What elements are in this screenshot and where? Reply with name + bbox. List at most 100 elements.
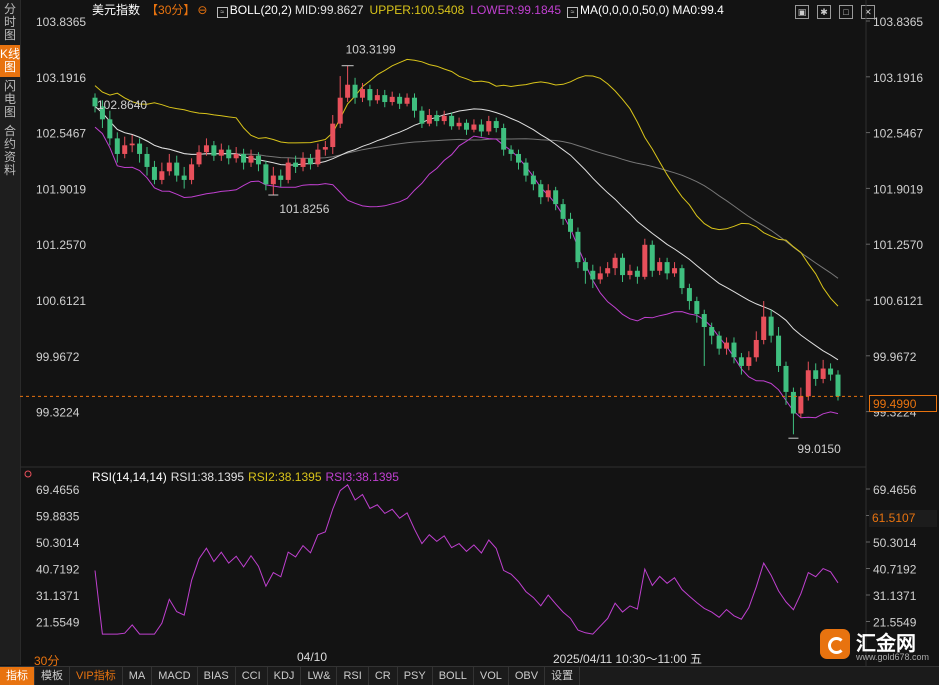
candle-body [181,175,187,180]
candle-body [278,175,284,180]
rsi-axis-left-label: 21.5549 [36,616,80,630]
candle-body [404,97,410,104]
candle-body [226,149,232,159]
current-rsi-tag: 61.5107 [869,510,937,527]
kline-chart[interactable]: 103.8365 103.8365 103.1916 103.1916 102.5467… [0,0,939,666]
tab-vol[interactable]: VOL [474,667,509,685]
candle-body [382,95,388,103]
price-axis-right-label: 103.1916 [873,71,923,85]
price-axis-left-label: 99.3224 [36,406,80,420]
rsi-header: RSI(14,14,14) RSI1:38.1395 RSI2:38.1395 RSI… [92,470,403,484]
candle-body [464,122,469,130]
crosshair-time-label: 2025/04/11 10:30～11:00 五 [551,650,705,667]
candle-body [107,119,113,139]
candle-body [516,153,522,163]
candle-body [828,368,834,375]
logo-icon [820,629,850,659]
tab-vip-indicator[interactable]: VIP指标 [70,667,123,685]
tab-lw[interactable]: LW& [301,667,338,685]
tab-kdj[interactable]: KDJ [268,667,302,685]
candle-body [270,175,276,185]
price-axis-left-label: 103.1916 [36,71,86,85]
candle-body [746,357,752,366]
low1-annotation: 101.8256 [279,202,329,216]
candle-body [330,123,336,148]
price-axis-right-label: 101.9019 [873,182,923,196]
tab-psy[interactable]: PSY [398,667,433,685]
candle-body [397,96,403,104]
tab-settings[interactable]: 设置 [545,667,581,685]
candle-body [426,115,432,124]
candle-body [790,391,796,414]
candle-body [285,162,291,180]
tab-cci[interactable]: CCI [236,667,268,685]
candle-body [835,374,841,397]
price-axis-left-label: 102.5467 [36,127,86,141]
candle-body [582,262,588,271]
candle-body [174,162,180,176]
price-axis-right-label: 103.8365 [873,15,923,29]
candle-body [441,115,447,122]
candle-body [419,110,425,124]
candle-body [478,124,484,132]
rsi-axis-left-label: 59.8835 [36,510,80,524]
candle-body [686,288,692,302]
rsi-axis-right-label: 69.4656 [873,483,917,497]
price-axis-left-label: 99.9672 [36,350,80,364]
candle-body [724,342,730,349]
tab-cr[interactable]: CR [369,667,398,685]
candle-body [189,164,195,180]
tab-boll[interactable]: BOLL [433,667,474,685]
candle-body [768,316,774,336]
candle-body [776,335,782,366]
candle-body [389,96,395,103]
candle-body [553,190,559,205]
candle-body [255,155,261,165]
candle-body [501,127,507,150]
tab-indicator[interactable]: 指标 [0,667,35,685]
rsi1-value: RSI1:38.1395 [170,470,245,484]
candle-body [627,270,633,276]
candle-body [605,268,611,274]
candle-body [122,145,128,154]
price-axis-left-label: 100.6121 [36,294,86,308]
candle-body [738,357,744,366]
rsi-axis-right-label: 31.1371 [873,589,917,603]
candle-body [352,84,358,98]
tab-macd[interactable]: MACD [152,667,198,685]
candle-body [560,204,566,219]
candle-body [322,147,328,150]
candle-body [523,162,529,176]
candle-body [672,268,678,274]
tab-rsi[interactable]: RSI [337,667,369,685]
candle-body [434,115,440,122]
date-axis-label: 04/10 [297,650,328,664]
candle-body [345,84,351,98]
candle-body [196,152,202,165]
candle-body [575,231,581,263]
candle-body [634,270,640,277]
candle-body [449,115,455,127]
tab-bias[interactable]: BIAS [198,667,236,685]
candle-body [211,145,217,156]
candle-body [620,257,626,276]
tab-obv[interactable]: OBV [509,667,546,685]
candle-body [657,262,663,271]
candle-body [612,257,618,269]
tab-template[interactable]: 模板 [35,667,70,685]
low2-annotation: 99.0150 [797,442,841,456]
candle-body [508,149,514,154]
rsi-axis-left-label: 50.3014 [36,536,80,550]
candle-body [731,342,737,358]
boll-lower-line [94,126,839,419]
boll-upper-line [94,58,839,307]
logo-url: www.gold678.com [856,652,930,662]
candle-body [144,153,150,167]
price-axis-left-label: 101.2570 [36,238,86,252]
candle-body [241,153,247,163]
tab-ma[interactable]: MA [123,667,153,685]
candle-body [642,244,648,277]
candle-body [218,149,224,156]
candle-body [798,396,804,414]
candle-body [248,155,254,163]
